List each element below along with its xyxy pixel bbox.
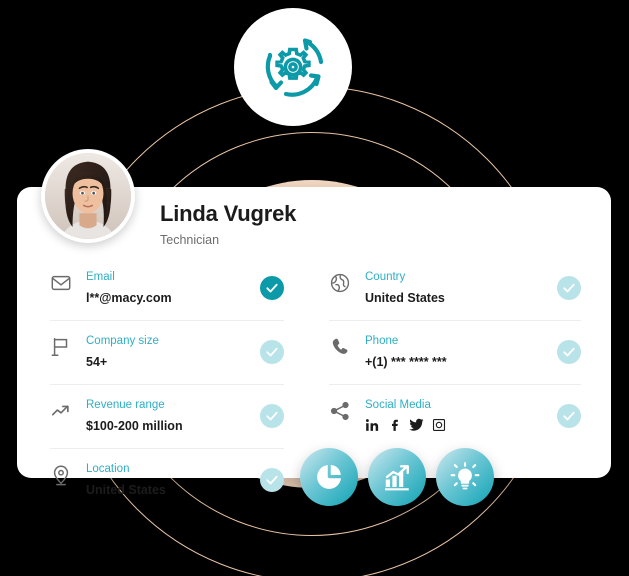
field-label: Phone: [365, 335, 399, 347]
profile-role: Technician: [160, 233, 220, 248]
field-location[interactable]: Location United States: [50, 449, 284, 512]
field-label: Revenue range: [86, 399, 165, 411]
contact-fields-left: Email l**@macy.com Company size 54+ Reve…: [17, 257, 314, 512]
globe-icon: [329, 266, 365, 294]
process-automation-badge: [234, 8, 352, 126]
flag-icon: [50, 330, 86, 358]
trending-up-icon: [50, 394, 86, 422]
field-company-size[interactable]: Company size 54+: [50, 321, 284, 385]
avatar: [41, 149, 135, 243]
field-revenue-range[interactable]: Revenue range $100-200 million: [50, 385, 284, 449]
linkedin-icon[interactable]: [365, 418, 379, 432]
status-badge-verified: [260, 276, 284, 300]
field-label: Email: [86, 271, 115, 283]
twitter-icon[interactable]: [409, 417, 424, 432]
lightbulb-icon[interactable]: [436, 448, 494, 506]
share-nodes-icon: [329, 394, 365, 422]
envelope-icon: [50, 266, 86, 294]
feature-icon-row: [300, 448, 494, 506]
gear-rotating-arrows-icon: [250, 24, 336, 110]
phone-icon: [329, 330, 365, 358]
field-phone[interactable]: Phone +(1) *** **** ***: [329, 321, 581, 385]
contact-profile-card: Linda Vugrek Technician Email l**@macy.c…: [17, 149, 611, 497]
field-value: +(1) *** **** ***: [365, 355, 447, 369]
status-badge-verified: [557, 340, 581, 364]
status-badge-verified: [260, 468, 284, 492]
status-badge-verified: [557, 404, 581, 428]
field-label: Location: [86, 463, 130, 475]
page-title: Linda Vugrek: [160, 201, 297, 226]
field-value: $100-200 million: [86, 419, 183, 433]
field-value: United States: [365, 291, 445, 305]
status-badge-verified: [260, 404, 284, 428]
avatar-photo: [45, 153, 131, 239]
status-badge-verified: [557, 276, 581, 300]
bar-chart-growth-icon[interactable]: [368, 448, 426, 506]
location-pin-icon: [50, 458, 86, 486]
profile-identity: Linda Vugrek Technician: [160, 201, 297, 248]
field-social-media[interactable]: Social Media: [329, 385, 581, 448]
facebook-icon[interactable]: [387, 418, 401, 432]
field-label: Country: [365, 271, 406, 283]
field-value: l**@macy.com: [86, 291, 172, 305]
social-links: [365, 417, 549, 432]
status-badge-verified: [260, 340, 284, 364]
pie-chart-icon[interactable]: [300, 448, 358, 506]
field-value: United States: [86, 483, 166, 497]
field-label: Social Media: [365, 399, 431, 411]
field-country[interactable]: Country United States: [329, 257, 581, 321]
instagram-icon[interactable]: [432, 418, 446, 432]
field-label: Company size: [86, 335, 159, 347]
field-email[interactable]: Email l**@macy.com: [50, 257, 284, 321]
field-value: 54+: [86, 355, 108, 369]
